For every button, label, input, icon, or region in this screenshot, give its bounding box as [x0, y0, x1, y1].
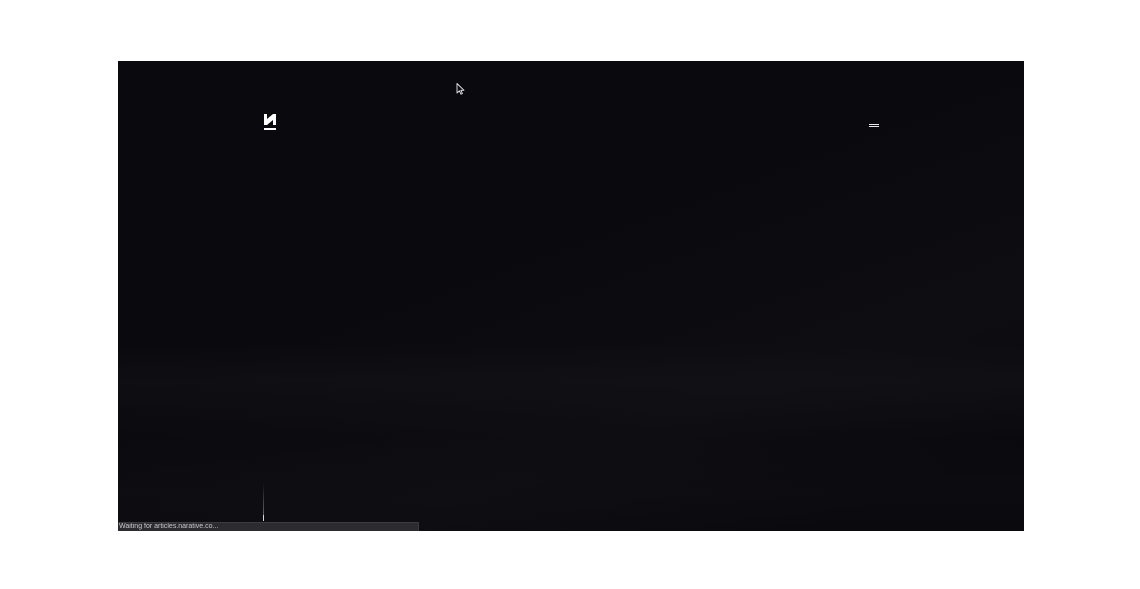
site-logo[interactable] [262, 113, 278, 133]
narative-logo-icon [262, 113, 278, 133]
hero-background [118, 61, 1024, 531]
hamburger-menu-icon [869, 124, 879, 125]
menu-button[interactable] [866, 120, 882, 130]
browser-viewport: Waiting for articles.narative.co... [118, 61, 1024, 531]
scroll-indicator [263, 483, 264, 521]
scroll-indicator-tip [263, 515, 264, 521]
status-text: Waiting for articles.narative.co... [119, 523, 219, 530]
hamburger-menu-icon-bar [869, 126, 879, 127]
browser-status-bar: Waiting for articles.narative.co... [118, 522, 419, 531]
